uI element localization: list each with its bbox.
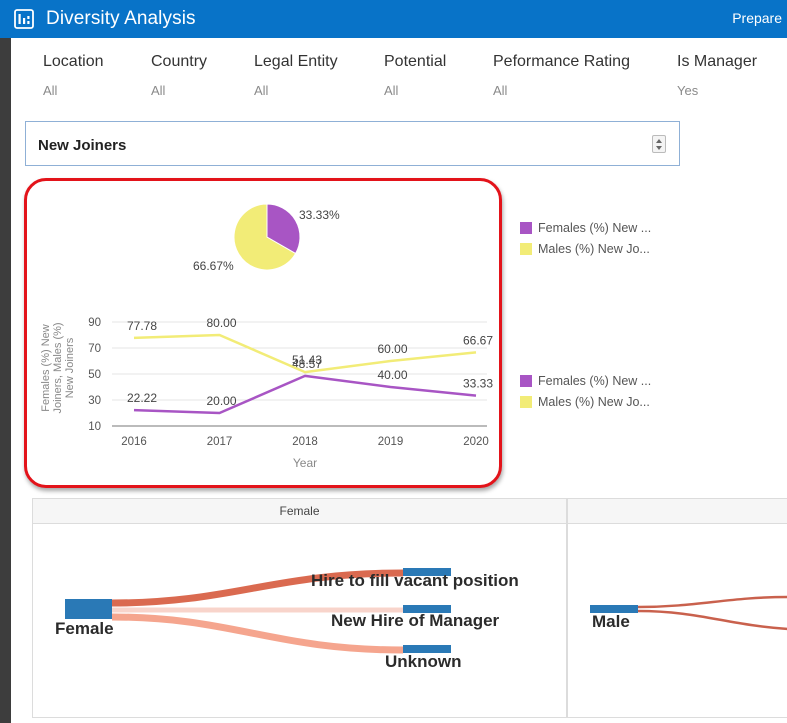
updown-stepper-icon[interactable] [652,135,666,153]
left-rail [0,38,11,723]
y-tick-label: 70 [88,343,101,355]
metric-selector[interactable]: New Joiners [25,121,680,166]
prepare-button[interactable]: Prepare [732,10,782,26]
filter-label: Location [43,53,104,70]
data-label: 60.00 [377,342,407,356]
legend-item-males[interactable]: Males (%) New Jo... [520,238,651,259]
x-tick-label: 2019 [378,436,404,448]
filter-value: All [43,83,58,98]
sankey-flow-male-lower[interactable] [637,609,787,631]
sankey-flow-male-upper[interactable] [637,595,787,609]
legend-swatch-male [520,395,532,408]
filter-bar: Location All Country All Legal Entity Al… [11,38,787,108]
x-tick-label: 2020 [463,436,489,448]
filter-value: All [493,83,508,98]
filter-value: All [151,83,166,98]
data-label: 20.00 [206,394,236,408]
x-tick-label: 2018 [292,436,318,448]
sankey-target-label: Hire to fill vacant position [311,571,519,590]
filter-is-manager[interactable]: Is Manager Yes [677,53,757,98]
line-legend: Females (%) New ... Males (%) New Jo... [520,370,651,412]
data-label: 77.78 [127,319,157,333]
legend-label: Males (%) New Jo... [538,394,650,409]
filter-label: Country [151,53,208,70]
panel-header [568,499,787,524]
legend-swatch-female [520,374,532,387]
y-axis-label: Females (%) NewJoiners, Males (%)New Joi… [40,322,76,413]
series-line-female[interactable] [133,374,477,415]
data-label: 66.67 [463,333,493,347]
x-tick-label: 2016 [121,436,147,448]
legend-label: Females (%) New ... [538,220,652,235]
filter-country[interactable]: Country All [151,53,207,98]
filter-label: Potential [384,53,447,70]
sankey-panel-female: Female Female Hire to fill vacant positi… [32,498,567,718]
legend-label: Males (%) New Jo... [538,241,650,256]
filter-performance-rating[interactable]: Peformance Rating All [493,53,630,98]
filter-value: All [254,83,269,98]
sankey-panel-male: Male [567,498,787,718]
legend-item-males[interactable]: Males (%) New Jo... [520,391,651,412]
filter-value: All [384,83,399,98]
analytics-logo-icon [14,9,34,29]
filter-potential[interactable]: Potential All [384,53,446,98]
pie-value-label-female: 33.33% [299,208,340,222]
x-tick-label: 2017 [207,436,233,448]
y-tick-label: 50 [88,369,101,381]
legend-swatch-female [520,221,532,234]
y-tick-label: 90 [88,317,101,329]
filter-value: Yes [677,83,699,98]
chevron-up-icon [656,139,662,143]
legend-item-females[interactable]: Females (%) New ... [520,217,651,238]
sankey-source-label: Male [592,612,630,631]
legend-label: Females (%) New ... [538,373,652,388]
data-label: 80.00 [206,316,236,330]
filter-label: Is Manager [677,53,758,70]
line-chart: Year Females (%) NewJoiners, Males (%)Ne… [40,316,493,470]
filter-legal-entity[interactable]: Legal Entity All [254,53,338,98]
app-window: Diversity Analysis Prepare Location All … [0,0,787,723]
panel-header: Female [33,499,566,524]
data-label: 33.33 [463,377,493,391]
sankey-node-female[interactable] [65,599,112,619]
sankey-section: Female Female Hire to fill vacant positi… [32,498,787,720]
app-header: Diversity Analysis Prepare [0,0,787,38]
filter-location[interactable]: Location All [43,53,104,98]
pie-legend: Females (%) New ... Males (%) New Jo... [520,217,651,259]
legend-item-females[interactable]: Females (%) New ... [520,370,651,391]
data-label: 51.43 [292,353,322,367]
pie-chart: 33.33% 66.67% [193,203,340,273]
y-tick-label: 30 [88,395,101,407]
metric-selector-value: New Joiners [38,137,127,154]
legend-swatch-male [520,242,532,255]
data-label: 40.00 [377,368,407,382]
filter-label: Legal Entity [254,53,338,70]
data-label: 22.22 [127,391,157,405]
filter-label: Peformance Rating [493,53,630,70]
app-title: Diversity Analysis [46,8,196,29]
x-axis-label: Year [293,456,317,470]
chevron-down-icon [656,146,662,150]
sankey-target-label: New Hire of Manager [331,611,500,630]
pie-value-label-male: 66.67% [193,259,234,273]
highlighted-chart-frame: 33.33% 66.67% Year Females (%) NewJoiner… [24,178,502,488]
sankey-source-label: Female [55,619,114,638]
sankey-target-label: Unknown [385,652,462,671]
y-tick-label: 10 [88,421,101,433]
